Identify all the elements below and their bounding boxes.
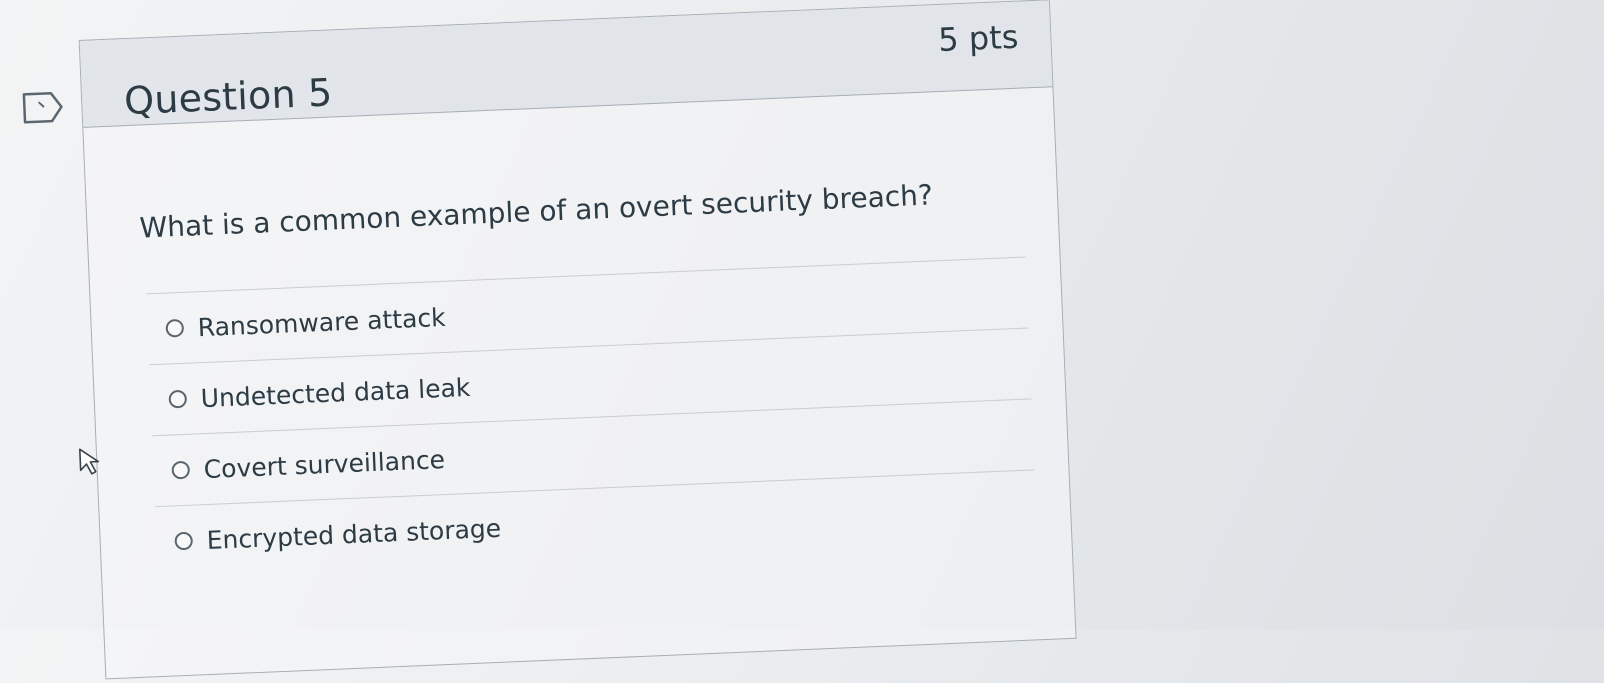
question-text: What is a common example of an overt sec… [138, 178, 934, 245]
flag-question-icon[interactable] [21, 89, 66, 127]
answer-label: Encrypted data storage [206, 513, 502, 555]
question-card: Question 5 5 pts What is a common exampl… [78, 0, 1077, 680]
radio-button[interactable] [171, 460, 191, 480]
answer-label: Undetected data leak [200, 372, 471, 413]
radio-button[interactable] [168, 389, 188, 409]
answer-label: Covert surveillance [203, 444, 446, 484]
radio-button[interactable] [165, 318, 185, 338]
question-title: Question 5 [123, 70, 334, 124]
radio-button[interactable] [174, 531, 194, 551]
question-points: 5 pts [937, 17, 1020, 59]
answer-label: Ransomware attack [197, 302, 447, 342]
question-header: Question 5 5 pts [79, 0, 1053, 128]
mouse-pointer-icon [76, 445, 107, 478]
answer-list: Ransomware attack Undetected data leak C… [146, 256, 1037, 578]
quiz-stage: Question 5 5 pts What is a common exampl… [0, 0, 1604, 680]
